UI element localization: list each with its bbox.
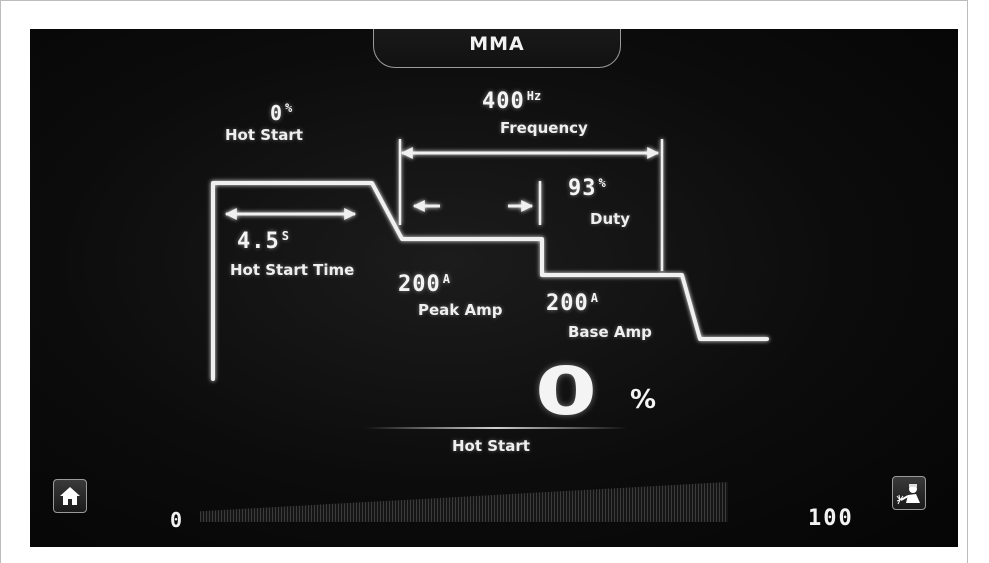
base-amp-label: Base Amp: [568, 323, 652, 341]
duty-number: 93: [568, 176, 597, 201]
peak-amp-value[interactable]: 200 A: [398, 272, 450, 297]
hot-start-label: Hot Start: [225, 126, 303, 144]
frame-border-left: [0, 0, 1, 563]
selected-parameter-label: Hot Start: [452, 437, 530, 455]
frame-border-top: [0, 0, 968, 1]
slider-min-label: 0: [170, 508, 183, 532]
peak-amp-number: 200: [398, 272, 441, 297]
welder-display: MMA 0% Hot Start 400 Hz Frequency 93 % D…: [30, 29, 958, 547]
selected-divider: [365, 427, 627, 429]
hot-start-time-value[interactable]: 4.5 S: [237, 229, 289, 254]
hot-start-number: 0: [270, 101, 284, 125]
hot-start-time-unit: S: [281, 229, 289, 243]
selected-value-display: 0 %: [535, 359, 656, 425]
welder-button[interactable]: [892, 476, 926, 510]
frequency-unit: Hz: [526, 89, 542, 103]
peak-amp-unit: A: [442, 272, 450, 286]
waveform-line: [211, 181, 769, 381]
frame-border-right: [967, 0, 968, 563]
selected-value: 0: [535, 353, 598, 430]
slider-max-label: 100: [808, 506, 854, 531]
frequency-label: Frequency: [500, 119, 588, 137]
home-button[interactable]: [53, 479, 87, 513]
base-amp-unit: A: [590, 291, 598, 305]
hot-start-time-number: 4.5: [237, 229, 280, 254]
duty-unit: %: [598, 176, 606, 190]
home-icon: [60, 487, 80, 505]
peak-amp-label: Peak Amp: [418, 301, 503, 319]
hot-start-unit: %: [285, 101, 293, 115]
base-amp-value[interactable]: 200 A: [546, 291, 598, 316]
hot-start-value[interactable]: 0%: [270, 101, 292, 125]
hot-start-time-label: Hot Start Time: [230, 261, 355, 279]
frequency-number: 400: [482, 89, 525, 114]
duty-value[interactable]: 93%: [568, 176, 606, 201]
base-amp-number: 200: [546, 291, 589, 316]
welder-icon: [896, 484, 920, 505]
duty-label: Duty: [590, 210, 631, 228]
frequency-value[interactable]: 400 Hz: [482, 89, 541, 114]
selected-unit: %: [630, 385, 657, 415]
